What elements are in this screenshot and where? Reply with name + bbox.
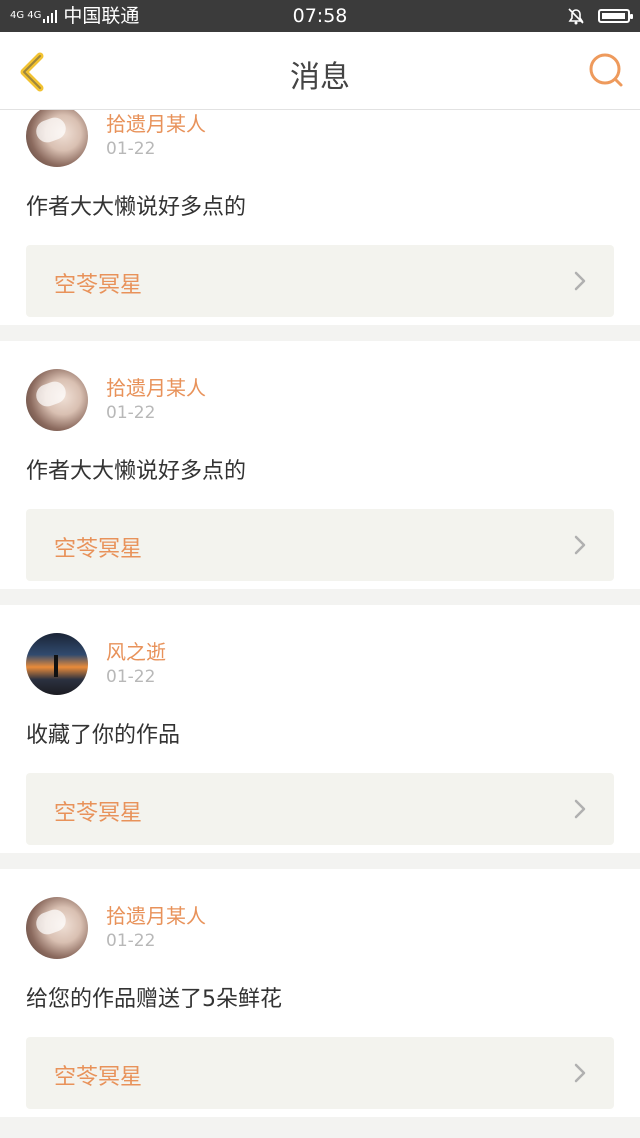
work-title: 空苓冥星: [54, 273, 143, 298]
username[interactable]: 拾遗月某人: [106, 372, 206, 401]
message-list[interactable]: 拾遗月某人 01-22 作者大大懒说好多点的 空苓冥星 拾遗月某人 01-22 …: [0, 110, 640, 1138]
username[interactable]: 拾遗月某人: [106, 110, 206, 137]
avatar[interactable]: [26, 369, 88, 431]
message-content: 作者大大懒说好多点的: [26, 459, 247, 484]
nav-bar: 消息: [0, 32, 640, 110]
chevron-right-icon: [574, 271, 586, 291]
message-item: 拾遗月某人 01-22 给您的作品赠送了5朵鲜花 空苓冥星: [0, 869, 640, 1117]
work-link[interactable]: 空苓冥星: [26, 1037, 614, 1109]
message-content: 给您的作品赠送了5朵鲜花: [26, 987, 282, 1012]
page-title: 消息: [290, 60, 350, 95]
status-bar: 4G 4G 中国联通 07:58: [0, 0, 640, 32]
work-link[interactable]: 空苓冥星: [26, 245, 614, 317]
work-title: 空苓冥星: [54, 1065, 143, 1090]
work-link[interactable]: 空苓冥星: [26, 773, 614, 845]
work-title: 空苓冥星: [54, 537, 143, 562]
message-item: 拾遗月某人 01-22 作者大大懒说好多点的 空苓冥星: [0, 341, 640, 589]
username[interactable]: 风之逝: [106, 636, 166, 665]
search-button[interactable]: [586, 50, 626, 90]
message-date: 01-22: [106, 667, 156, 687]
avatar[interactable]: [26, 897, 88, 959]
message-date: 01-22: [106, 931, 156, 951]
username[interactable]: 拾遗月某人: [106, 900, 206, 929]
mute-bell-icon: [568, 8, 584, 25]
chevron-right-icon: [574, 1063, 586, 1083]
avatar[interactable]: [26, 633, 88, 695]
message-content: 收藏了你的作品: [26, 723, 181, 748]
message-date: 01-22: [106, 139, 156, 159]
message-item: 风之逝 01-22 收藏了你的作品 空苓冥星: [0, 605, 640, 853]
work-title: 空苓冥星: [54, 801, 143, 826]
status-time: 07:58: [292, 5, 348, 27]
status-right: [566, 0, 633, 32]
message-item: 拾遗月某人 01-22 作者大大懒说好多点的 空苓冥星: [0, 110, 640, 325]
chevron-right-icon: [574, 799, 586, 819]
battery-icon: [598, 9, 633, 23]
message-content: 作者大大懒说好多点的: [26, 195, 247, 220]
work-link[interactable]: 空苓冥星: [26, 509, 614, 581]
avatar[interactable]: [26, 110, 88, 167]
message-date: 01-22: [106, 403, 156, 423]
chevron-right-icon: [574, 535, 586, 555]
search-icon: [589, 53, 623, 87]
